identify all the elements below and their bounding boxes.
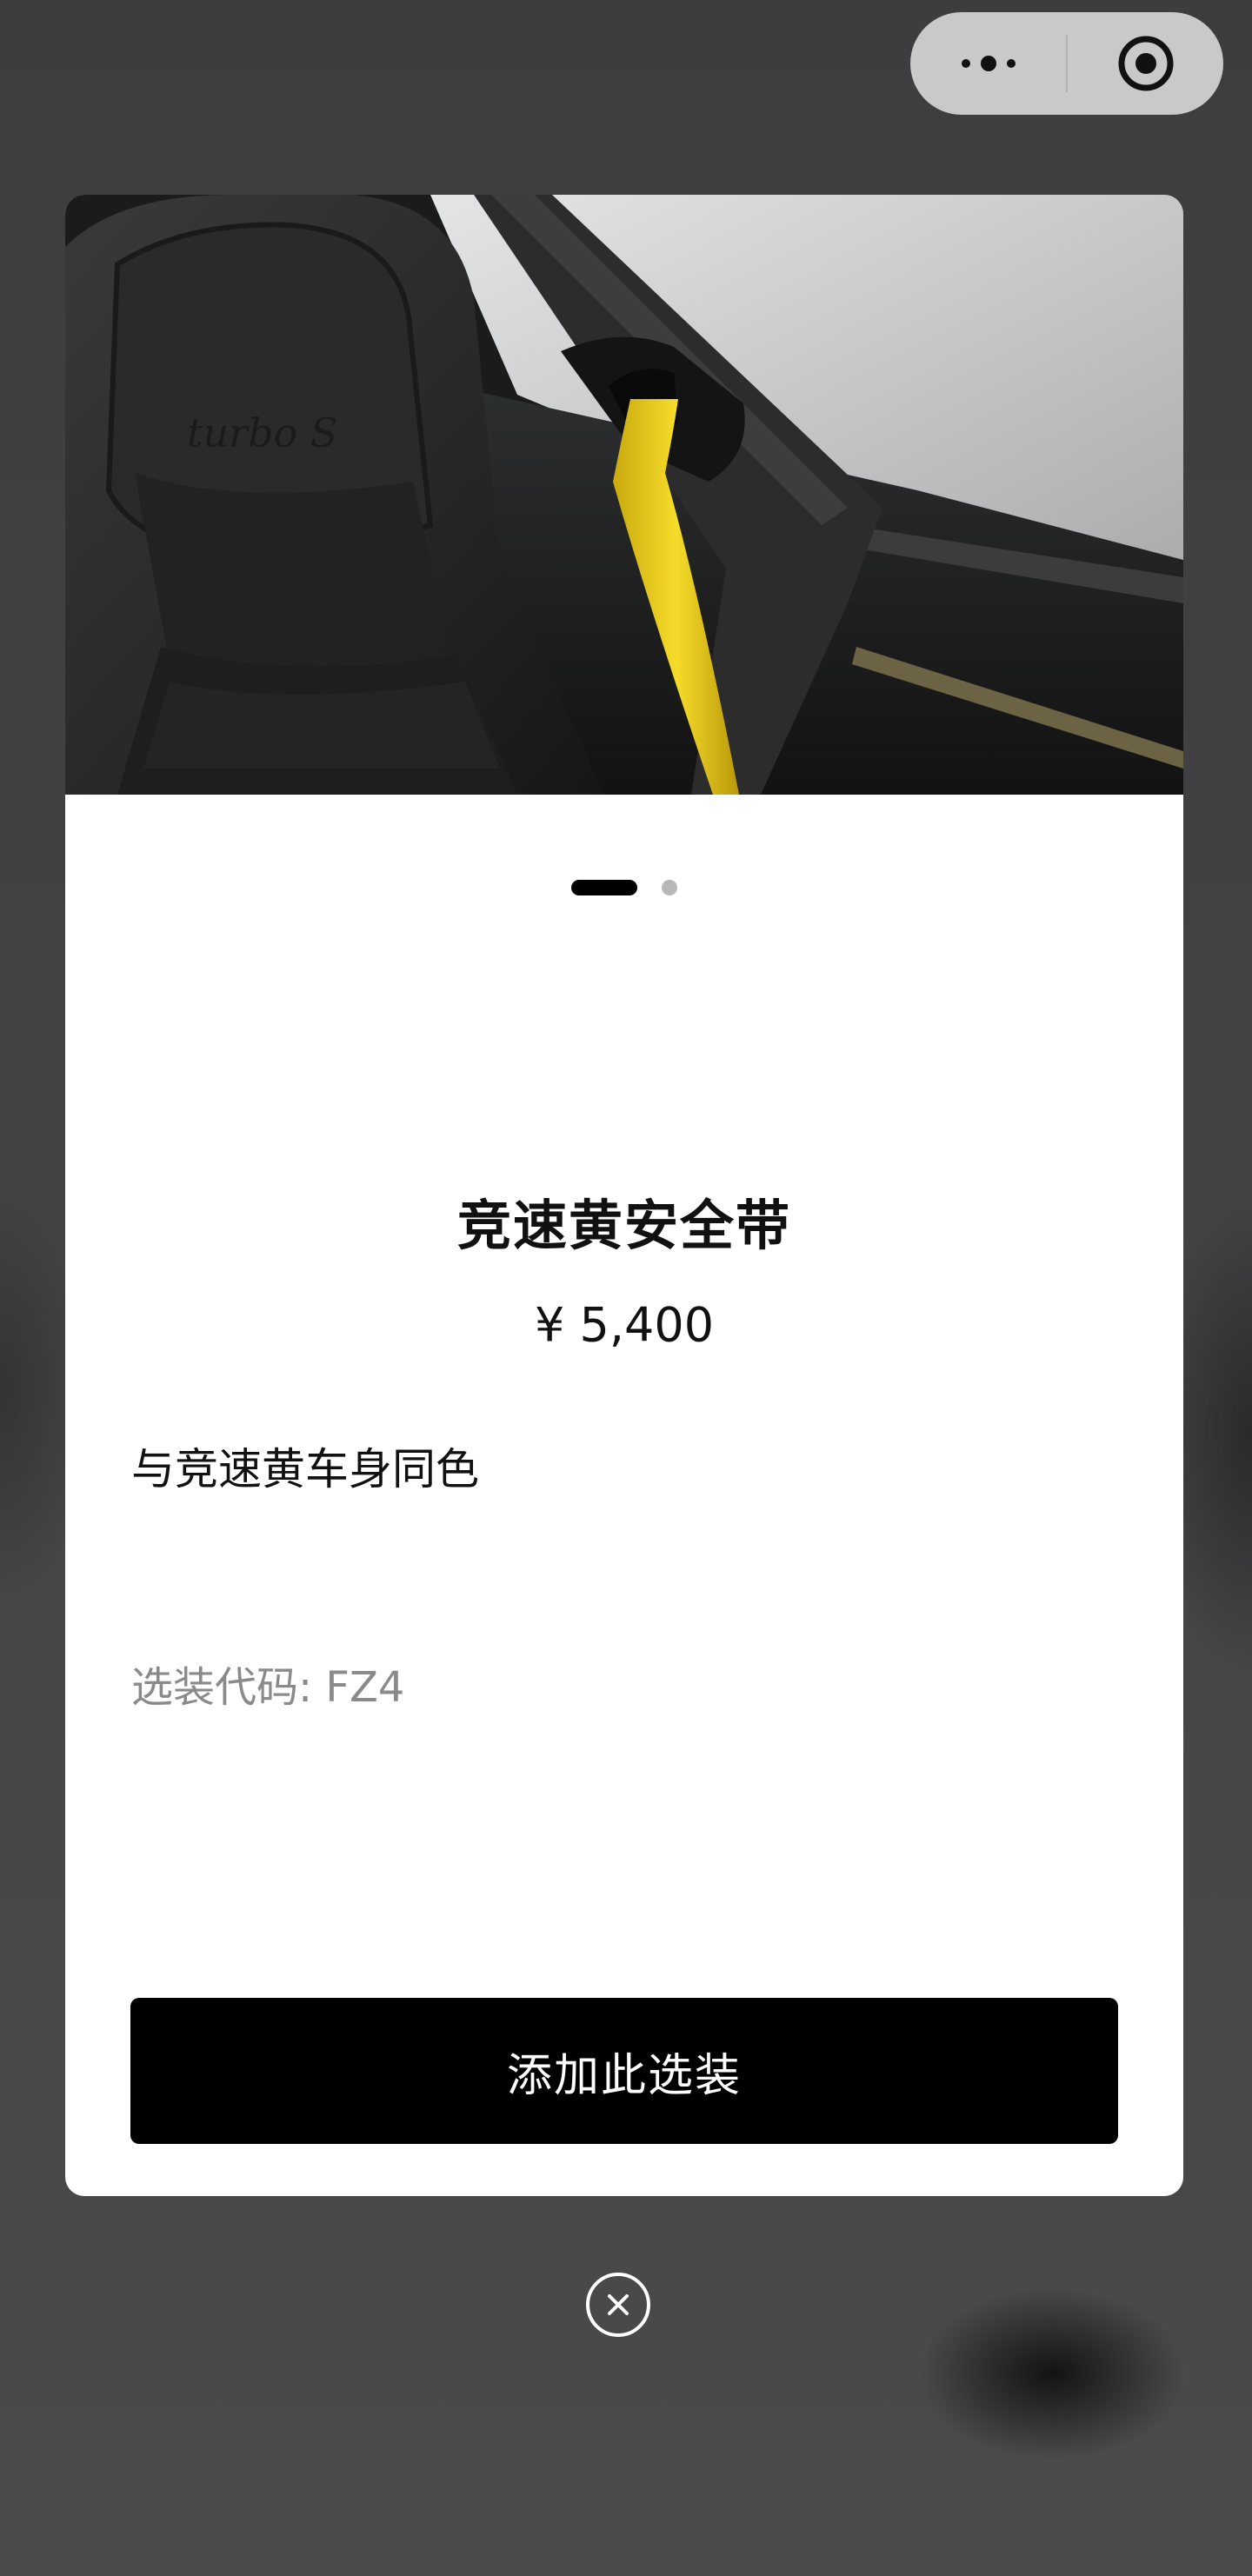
image-pagination[interactable] — [65, 880, 1183, 895]
close-modal-button[interactable] — [586, 2273, 650, 2337]
option-description: 与竞速黄车身同色 — [131, 1444, 479, 1494]
option-price: ¥ 5,400 — [534, 1297, 715, 1353]
option-detail-modal: turbo S 竞速黄安全带 ¥ 5,400 与竞速黄车身同色 选装代码: FZ… — [65, 195, 1183, 2196]
svg-text:turbo S: turbo S — [187, 409, 337, 456]
add-option-button[interactable]: 添加此选装 — [130, 1998, 1118, 2144]
more-button[interactable] — [910, 12, 1066, 115]
close-icon — [608, 2294, 629, 2315]
mini-program-capsule — [910, 12, 1223, 115]
more-dots-icon — [961, 56, 1016, 71]
exit-mini-program-button[interactable] — [1068, 12, 1223, 115]
option-title: 竞速黄安全带 — [456, 1194, 791, 1257]
pagination-dot-active[interactable] — [571, 880, 637, 895]
pagination-dot[interactable] — [662, 880, 677, 895]
target-circle-icon — [1118, 36, 1173, 91]
option-code: 选装代码: FZ4 — [131, 1663, 405, 1712]
seat-belt-photo[interactable]: turbo S — [65, 195, 1183, 795]
